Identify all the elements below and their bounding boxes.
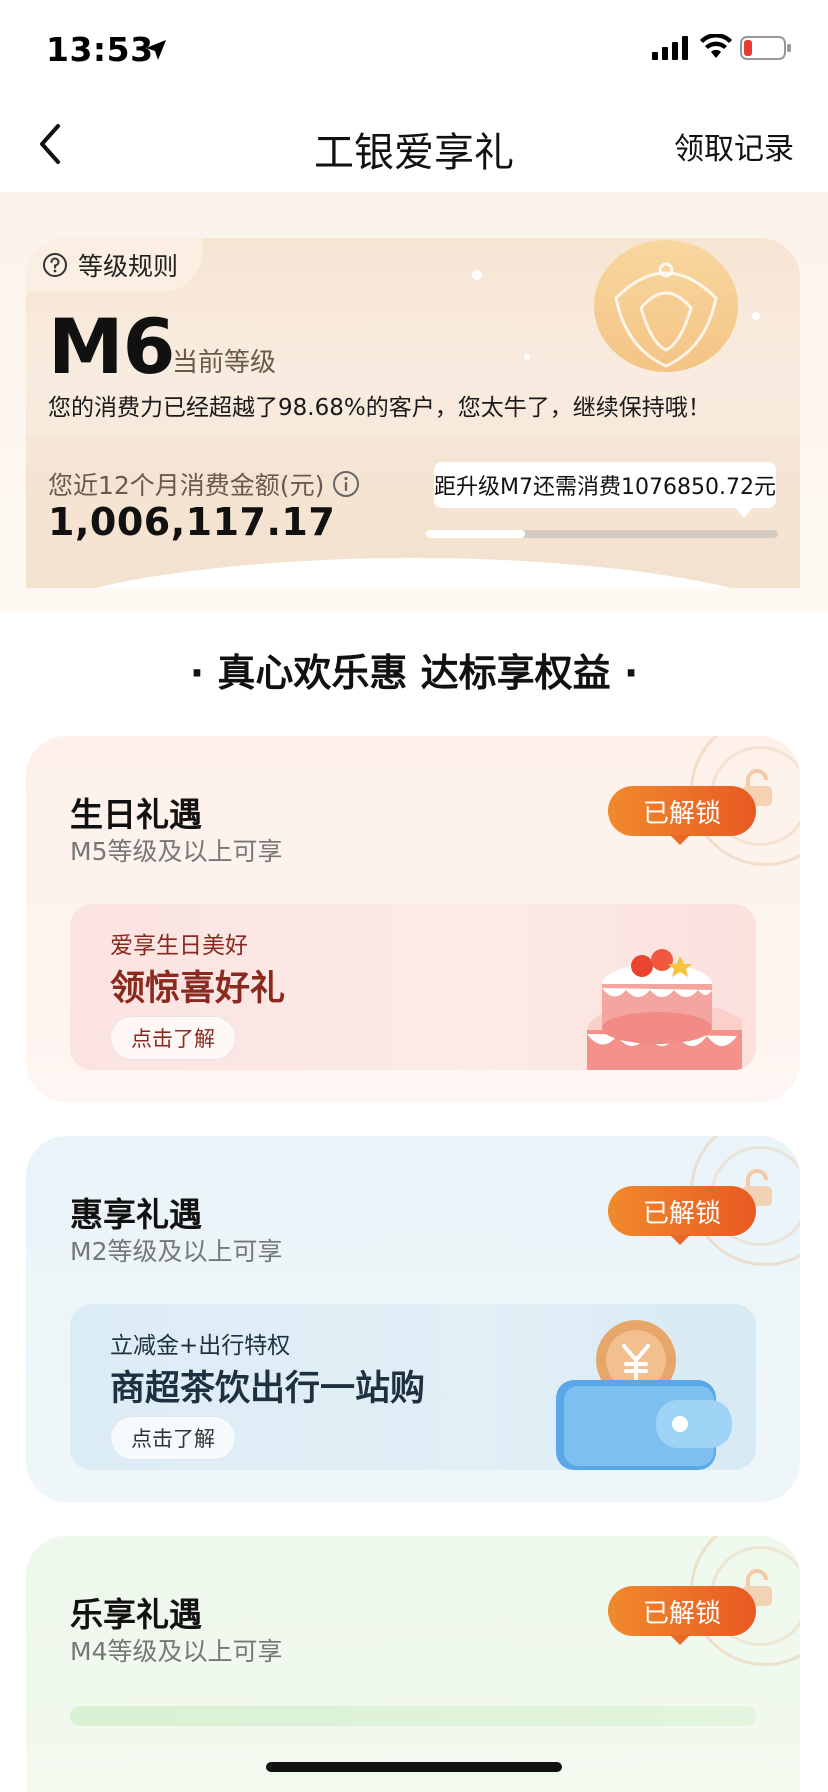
- learn-more-button[interactable]: 点击了解: [110, 1016, 236, 1060]
- benefit-title: 乐享礼遇: [70, 1595, 202, 1634]
- upgrade-progress-bar: [426, 530, 778, 538]
- level-description: 您的消费力已经超越了98.68%的客户，您太牛了，继续保持哦！: [48, 395, 711, 421]
- sparkle-decoration: [472, 270, 482, 280]
- nav-bar: 工银爱享礼 领取记录: [0, 96, 828, 192]
- birthday-promo-banner[interactable]: 爱享生日美好 领惊喜好礼 点击了解: [70, 904, 756, 1070]
- unlocked-badge: 已解锁: [608, 786, 756, 845]
- claim-records-link[interactable]: 领取记录: [674, 124, 794, 168]
- birthday-cake-icon: [587, 949, 742, 1070]
- cellular-signal-icon: [652, 36, 688, 60]
- benefit-title: 生日礼遇: [70, 795, 202, 834]
- unlocked-badge: 已解锁: [608, 1186, 756, 1245]
- rose-emblem-icon: [594, 240, 738, 372]
- benefit-subtitle: M4等级及以上可享: [70, 1637, 283, 1666]
- benefit-title: 惠享礼遇: [70, 1195, 202, 1234]
- sparkle-decoration: [752, 312, 760, 320]
- benefits-section-title: · 真心欢乐惠 达标享权益 ·: [189, 651, 639, 695]
- spend-value: 1,006,117.17: [48, 500, 336, 544]
- wifi-icon: [700, 34, 732, 58]
- question-circle-icon: [43, 253, 67, 277]
- current-level: M6: [48, 302, 176, 391]
- unlocked-badge: 已解锁: [608, 1586, 756, 1645]
- spend-label-text: 您近12个月消费金额(元): [48, 471, 325, 500]
- upgrade-hint-bubble: 距升级M7还需消费1076850.72元: [434, 462, 776, 518]
- promo-headline: 商超茶饮出行一站购: [110, 1369, 426, 1409]
- home-indicator: [266, 1762, 562, 1772]
- level-rules-label: 等级规则: [78, 252, 179, 281]
- discount-benefit-card[interactable]: 惠享礼遇 M2等级及以上可享 已解锁 立减金+出行特权 商超茶饮出行一站购 点击…: [26, 1136, 800, 1502]
- promo-eyebrow: 立减金+出行特权: [110, 1333, 291, 1359]
- leisure-benefit-card[interactable]: 乐享礼遇 M4等级及以上可享 已解锁: [26, 1536, 800, 1792]
- promo-eyebrow: 爱享生日美好: [110, 933, 248, 959]
- upgrade-progress-fill: [426, 530, 525, 538]
- learn-more-button[interactable]: 点击了解: [110, 1416, 236, 1460]
- battery-icon: [740, 36, 791, 60]
- spend-label: 您近12个月消费金额(元): [48, 466, 360, 502]
- level-rules-button[interactable]: 等级规则: [26, 238, 203, 292]
- status-time: 13:53: [46, 30, 154, 69]
- level-card: 等级规则 M6 当前等级 您的消费力已经超越了98.68%的客户，您太牛了，继续…: [26, 238, 800, 588]
- status-bar: 13:53: [0, 0, 828, 96]
- sparkle-decoration: [524, 354, 530, 360]
- promo-headline: 领惊喜好礼: [110, 969, 286, 1009]
- wallet-coin-icon: [556, 1320, 732, 1470]
- info-circle-icon[interactable]: [332, 470, 360, 498]
- benefit-subtitle: M2等级及以上可享: [70, 1237, 283, 1266]
- current-level-label: 当前等级: [172, 348, 277, 378]
- birthday-benefit-card[interactable]: 生日礼遇 M5等级及以上可享 已解锁 爱享生日美好 领惊喜好礼 点击了解: [26, 736, 800, 1102]
- benefit-subtitle: M5等级及以上可享: [70, 837, 283, 866]
- discount-promo-banner[interactable]: 立减金+出行特权 商超茶饮出行一站购 点击了解: [70, 1304, 756, 1470]
- leisure-promo-banner[interactable]: [70, 1706, 756, 1726]
- location-arrow-icon: [146, 40, 166, 60]
